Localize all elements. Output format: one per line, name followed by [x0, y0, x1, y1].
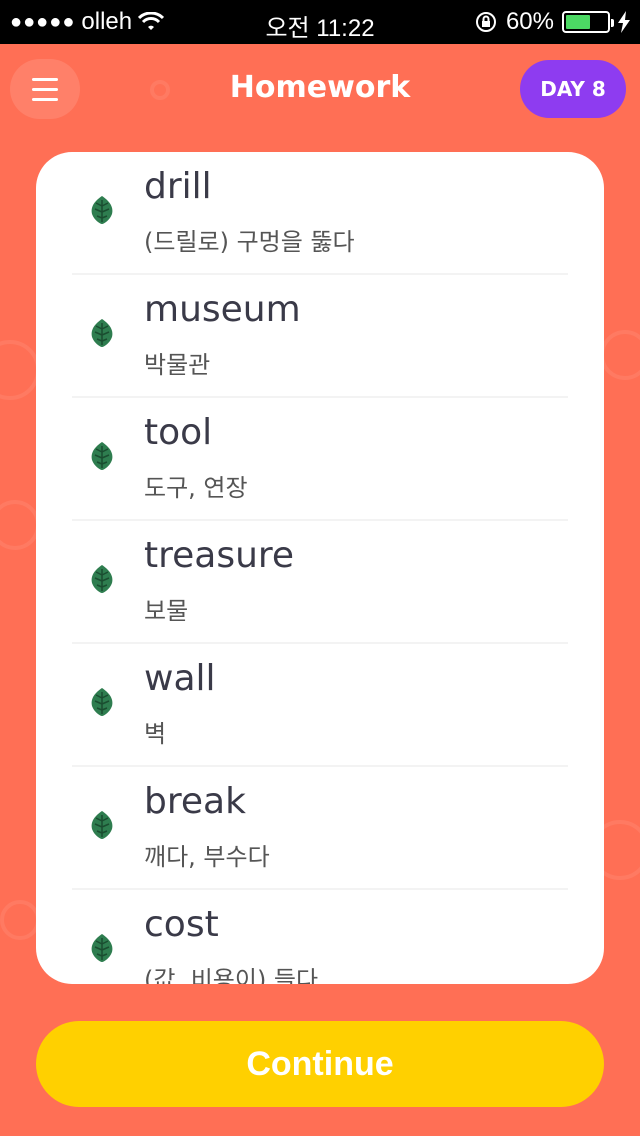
- word-text: museum: [144, 289, 301, 330]
- battery-level-fill: [566, 15, 590, 29]
- background-decoration: [0, 900, 40, 940]
- word-text: tool: [144, 412, 213, 453]
- word-list-item[interactable]: drill (드릴로) 구멍을 뚫다: [72, 152, 568, 275]
- leaf-icon: [91, 319, 113, 347]
- background-decoration: [600, 330, 640, 380]
- leaf-icon: [91, 442, 113, 470]
- rotation-lock-icon: [475, 12, 496, 32]
- word-text: wall: [144, 658, 216, 699]
- word-list-card[interactable]: drill (드릴로) 구멍을 뚫다 museum 박물관 tool 도구, 연…: [36, 152, 604, 984]
- word-text: treasure: [144, 535, 295, 576]
- word-meaning: 보물: [144, 597, 189, 625]
- status-right: 60%: [474, 8, 630, 36]
- word-meaning: (드릴로) 구멍을 뚫다: [144, 228, 355, 256]
- leaf-icon: [91, 811, 113, 839]
- app-header: Homework DAY 8: [0, 44, 640, 136]
- battery-icon: [562, 11, 614, 33]
- word-list-item[interactable]: cost (값, 비용이) 들다: [72, 890, 568, 984]
- continue-button[interactable]: Continue: [36, 1021, 604, 1107]
- background-decoration: [0, 340, 40, 400]
- word-list-item[interactable]: wall 벽: [72, 644, 568, 767]
- leaf-icon: [91, 934, 113, 962]
- word-meaning: 도구, 연장: [144, 474, 248, 502]
- word-text: drill: [144, 166, 212, 207]
- word-list-item[interactable]: break 깨다, 부수다: [72, 767, 568, 890]
- word-list-item[interactable]: museum 박물관: [72, 275, 568, 398]
- battery-percent: 60%: [505, 8, 554, 35]
- word-list-item[interactable]: tool 도구, 연장: [72, 398, 568, 521]
- leaf-icon: [91, 688, 113, 716]
- background-decoration: [0, 500, 40, 550]
- word-text: cost: [144, 904, 219, 945]
- leaf-icon: [91, 196, 113, 224]
- leaf-icon: [91, 565, 113, 593]
- word-text: break: [144, 781, 246, 822]
- word-list-item[interactable]: treasure 보물: [72, 521, 568, 644]
- word-meaning: 벽: [144, 720, 167, 748]
- day-badge[interactable]: DAY 8: [520, 60, 626, 118]
- word-meaning: 박물관: [144, 351, 211, 379]
- word-meaning: (값, 비용이) 들다: [144, 966, 319, 984]
- status-bar: ●●●●● olleh 오전 11:22 60%: [0, 0, 640, 44]
- word-meaning: 깨다, 부수다: [144, 843, 270, 871]
- charging-bolt-icon: [618, 11, 630, 33]
- battery-cap: [611, 19, 614, 27]
